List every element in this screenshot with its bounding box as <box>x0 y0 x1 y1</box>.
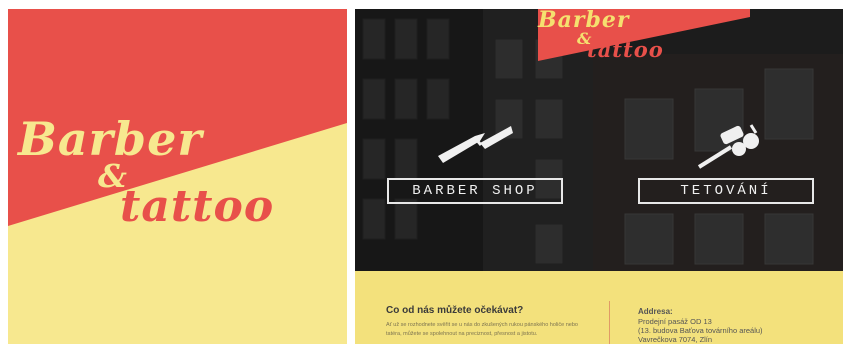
tattoo-machine-icon <box>697 124 759 169</box>
info-description: Ať už se rozhodnete svěřit se u nás do z… <box>386 322 578 337</box>
address-line: Vavrečkova 7074, Zlín <box>638 335 713 344</box>
logo-panel: Barber & tattoo <box>8 9 347 344</box>
website-preview: Barber & tattoo BARBER SHOP TETOVÁNÍ Co … <box>355 9 843 344</box>
header-logo-tattoo: tattoo <box>587 37 664 62</box>
info-section: Co od nás můžete očekávat? Ať už se rozh… <box>355 271 843 344</box>
address-label: Addresa: <box>638 307 673 316</box>
logo-tattoo-text: tattoo <box>120 181 275 232</box>
address-block: Prodejní pasáž OD 13 (13. budova Baťova … <box>638 317 763 344</box>
logo-background <box>8 9 347 344</box>
address-line: (13. budova Baťova továrního areálu) <box>638 326 763 335</box>
info-divider <box>609 301 610 344</box>
info-title: Co od nás můžete očekávat? <box>386 305 524 316</box>
barber-shop-button[interactable]: BARBER SHOP <box>387 178 563 204</box>
straight-razor-icon <box>438 126 513 163</box>
tattoo-button[interactable]: TETOVÁNÍ <box>638 178 814 204</box>
address-line: Prodejní pasáž OD 13 <box>638 317 712 326</box>
